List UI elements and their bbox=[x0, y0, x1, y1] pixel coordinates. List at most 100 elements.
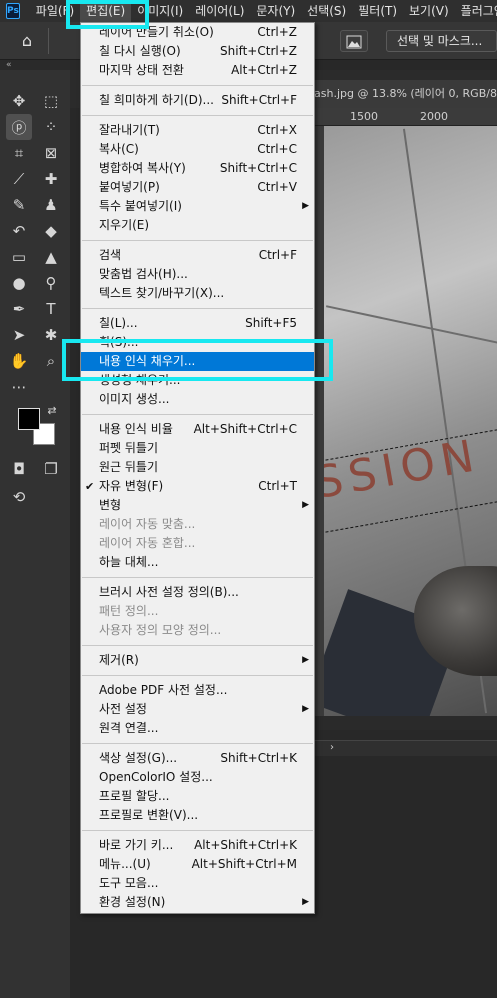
type-tool-icon[interactable]: T bbox=[38, 296, 64, 322]
custom-shape-tool-icon[interactable]: ✱ bbox=[38, 322, 64, 348]
menu-plugins[interactable]: 플러그인 bbox=[455, 0, 497, 22]
menu-separator bbox=[82, 85, 313, 86]
healing-brush-tool-icon[interactable]: ✚ bbox=[38, 166, 64, 192]
menu-item-menus[interactable]: 메뉴...(U) Alt+Shift+Ctrl+M bbox=[81, 855, 314, 874]
menu-type[interactable]: 문자(Y) bbox=[250, 0, 301, 22]
menu-item-puppet-warp[interactable]: 퍼펫 뒤틀기 bbox=[81, 439, 314, 458]
select-and-mask-button[interactable]: 선택 및 마스크... bbox=[386, 30, 497, 52]
eraser-tool-icon[interactable]: ◆ bbox=[38, 218, 64, 244]
ruler-mark: 2000 bbox=[420, 110, 448, 123]
menu-item-define-custom-shape: 사용자 정의 모양 정의... bbox=[99, 623, 222, 637]
menu-item-content-aware-scale[interactable]: 내용 인식 비율 Alt+Shift+Ctrl+C bbox=[81, 420, 314, 439]
panel-collapse-toggle[interactable]: « bbox=[0, 60, 70, 70]
search-icon[interactable]: ⚲ bbox=[38, 270, 64, 296]
history-brush-tool-icon[interactable]: ↶ bbox=[6, 218, 32, 244]
marquee-tool-icon[interactable]: ⬚ bbox=[38, 88, 64, 114]
select-subject-button[interactable] bbox=[340, 30, 368, 52]
menu-separator bbox=[82, 414, 313, 415]
menu-item-perspective-warp[interactable]: 원근 뒤틀기 bbox=[81, 458, 314, 477]
canvas-floor-text: SSION bbox=[324, 429, 484, 510]
quick-mask-icon[interactable]: ◘ bbox=[6, 456, 32, 482]
clone-stamp-tool-icon[interactable]: ♟ bbox=[38, 192, 64, 218]
menu-item-cut[interactable]: 잘라내기(T) Ctrl+X bbox=[81, 121, 314, 140]
menu-item-search[interactable]: 검색 Ctrl+F bbox=[81, 246, 314, 265]
swap-colors-icon[interactable]: ⇄ bbox=[44, 402, 60, 418]
hand-tool-icon[interactable]: ✋ bbox=[6, 348, 32, 374]
edit-menu-dropdown: 레이어 만들기 취소(O) Ctrl+Z 칠 다시 실행(O) Shift+Ctrl… bbox=[80, 22, 315, 914]
menu-item-preferences[interactable]: 환경 설정(N) ▶ bbox=[81, 893, 314, 912]
pen-tool-icon[interactable]: ✒ bbox=[6, 296, 32, 322]
photoshop-logo: Ps bbox=[6, 3, 20, 19]
menu-item-toggle-last-state[interactable]: 마지막 상태 전환 Alt+Ctrl+Z bbox=[81, 61, 314, 80]
annotation-box-content-aware-fill bbox=[62, 339, 333, 381]
blur-tool-icon[interactable]: ▲ bbox=[38, 244, 64, 270]
horizontal-scrollbar[interactable]: › bbox=[310, 740, 497, 756]
crop-tool-icon[interactable]: ⌗ bbox=[6, 140, 32, 166]
document-canvas[interactable]: SSION bbox=[324, 126, 497, 716]
status-bar bbox=[310, 716, 497, 730]
submenu-arrow-icon: ▶ bbox=[302, 897, 309, 907]
ruler-mark: 1500 bbox=[350, 110, 378, 123]
menu-view[interactable]: 보기(V) bbox=[403, 0, 455, 22]
eyedropper-tool-icon[interactable]: ⟋ bbox=[6, 166, 32, 192]
menu-separator bbox=[82, 308, 313, 309]
lasso-tool-icon[interactable]: ⓟ bbox=[6, 114, 32, 140]
document-tab[interactable]: ash.jpg @ 13.8% (레이어 0, RGB/8) bbox=[300, 80, 497, 108]
menu-separator bbox=[82, 743, 313, 744]
menu-item-define-brush-preset[interactable]: 브러시 사전 설정 정의(B)... bbox=[81, 583, 314, 602]
menu-item-keyboard-shortcuts[interactable]: 바로 가기 키... Alt+Shift+Ctrl+K bbox=[81, 836, 314, 855]
home-icon[interactable]: ⌂ bbox=[18, 32, 36, 50]
menu-item-convert-to-profile[interactable]: 프로필로 변환(V)... bbox=[81, 806, 314, 825]
selection-marquee bbox=[324, 498, 497, 535]
menu-item-copy[interactable]: 복사(C) Ctrl+C bbox=[81, 140, 314, 159]
scroll-right-icon[interactable]: › bbox=[330, 742, 334, 753]
menu-separator bbox=[82, 675, 313, 676]
menu-item-fill[interactable]: 칠(L)... Shift+F5 bbox=[81, 314, 314, 333]
menu-item-sky-replacement[interactable]: 하늘 대체... bbox=[81, 553, 314, 572]
quick-selection-tool-icon[interactable]: ⁘ bbox=[38, 114, 64, 140]
checkmark-icon: ✔ bbox=[85, 480, 95, 493]
gradient-tool-icon[interactable]: ▭ bbox=[6, 244, 32, 270]
menu-item-generate-image[interactable]: 이미지 생성... bbox=[81, 390, 314, 409]
annotation-box-edit-menu bbox=[66, 0, 149, 29]
screen-mode-icon[interactable]: ❐ bbox=[38, 456, 64, 482]
menu-item-assign-profile[interactable]: 프로필 할당... bbox=[81, 787, 314, 806]
menu-item-presets[interactable]: 사전 설정 ▶ bbox=[81, 700, 314, 719]
menu-separator bbox=[82, 115, 313, 116]
menu-item-paste-special[interactable]: 특수 붙여넣기(I) ▶ bbox=[81, 197, 314, 216]
more-tools-icon[interactable]: ⋯ bbox=[6, 374, 32, 400]
foreground-color-swatch[interactable] bbox=[18, 408, 40, 430]
menu-item-purge[interactable]: 제거(R) ▶ bbox=[81, 651, 314, 670]
frame-tool-icon[interactable]: ⊠ bbox=[38, 140, 64, 166]
menu-item-free-transform[interactable]: ✔ 자유 변형(F) Ctrl+T bbox=[81, 477, 314, 496]
menu-item-opencolorio-settings[interactable]: OpenColorIO 설정... bbox=[81, 768, 314, 787]
menu-item-fade[interactable]: 칠 희미하게 하기(D)... Shift+Ctrl+F bbox=[81, 91, 314, 110]
menu-filter[interactable]: 필터(T) bbox=[352, 0, 403, 22]
menu-item-auto-blend-layers: 레이어 자동 혼합... bbox=[99, 536, 196, 550]
menu-item-find-replace[interactable]: 텍스트 찾기/바꾸기(X)... bbox=[81, 284, 314, 303]
submenu-arrow-icon: ▶ bbox=[302, 655, 309, 665]
menu-item-paste[interactable]: 붙여넣기(P) Ctrl+V bbox=[81, 178, 314, 197]
brush-tool-icon[interactable]: ✎ bbox=[6, 192, 32, 218]
menu-select[interactable]: 선택(S) bbox=[301, 0, 352, 22]
menu-item-copy-merged[interactable]: 병합하여 복사(Y) Shift+Ctrl+C bbox=[81, 159, 314, 178]
tools-panel: ✥ ⬚ ⓟ ⁘ ⌗ ⊠ ⟋ ✚ ✎ ♟ ↶ ◆ ▭ ▲ ● ⚲ ✒ T ➤ ✱ … bbox=[0, 70, 70, 998]
menu-item-check-spelling[interactable]: 맞춤법 검사(H)... bbox=[81, 265, 314, 284]
menu-item-redo[interactable]: 칠 다시 실행(O) Shift+Ctrl+Z bbox=[81, 42, 314, 61]
dodge-tool-icon[interactable]: ● bbox=[6, 270, 32, 296]
path-selection-tool-icon[interactable]: ➤ bbox=[6, 322, 32, 348]
menu-item-color-settings[interactable]: 색상 설정(G)... Shift+Ctrl+K bbox=[81, 749, 314, 768]
menu-item-toolbar[interactable]: 도구 모음... bbox=[81, 874, 314, 893]
submenu-arrow-icon: ▶ bbox=[302, 704, 309, 714]
menu-separator bbox=[82, 577, 313, 578]
tile-line bbox=[325, 305, 497, 349]
menu-item-clear[interactable]: 지우기(E) bbox=[81, 216, 314, 235]
zoom-tool-icon[interactable]: ⌕ bbox=[38, 348, 64, 374]
share-icon[interactable]: ⟲ bbox=[6, 484, 32, 510]
move-tool-icon[interactable]: ✥ bbox=[6, 88, 32, 114]
menu-layer[interactable]: 레이어(L) bbox=[189, 0, 250, 22]
menu-item-adobe-pdf-presets[interactable]: Adobe PDF 사전 설정... bbox=[81, 681, 314, 700]
menu-item-remote-connections[interactable]: 원격 연결... bbox=[81, 719, 314, 738]
submenu-arrow-icon: ▶ bbox=[302, 201, 309, 211]
menu-item-transform[interactable]: 변형 ▶ bbox=[81, 496, 314, 515]
